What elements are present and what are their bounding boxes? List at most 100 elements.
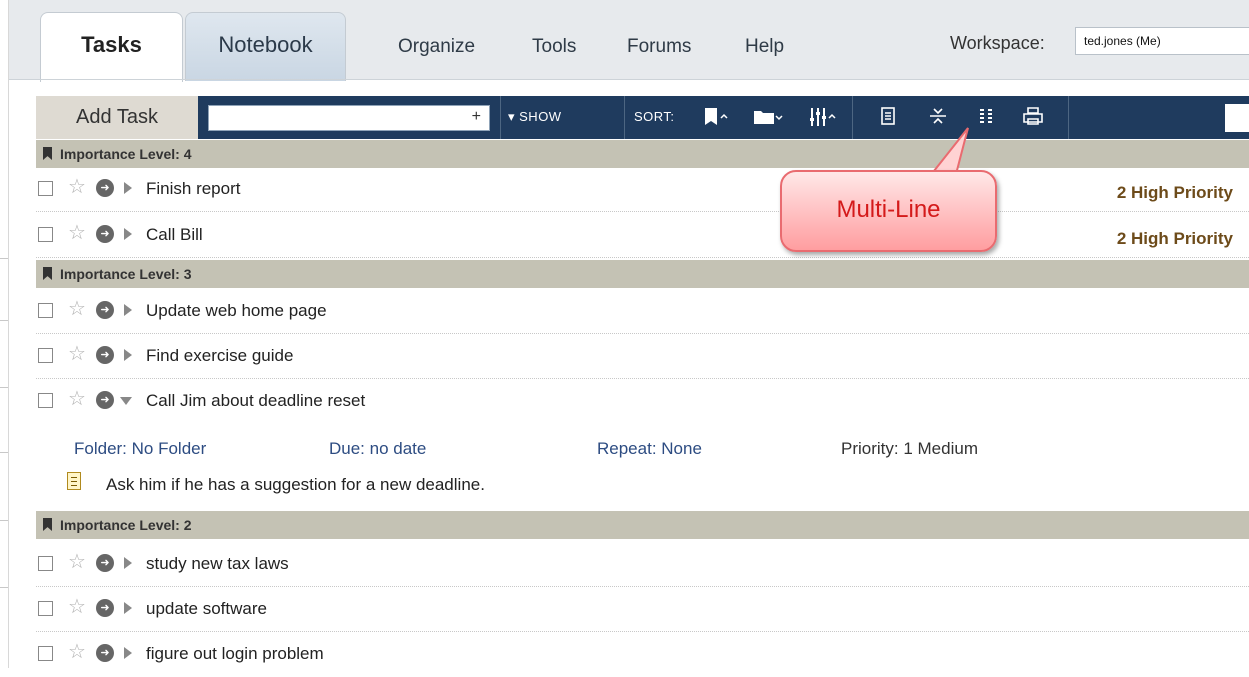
toolbar-divider <box>852 96 853 139</box>
collapse-icon[interactable] <box>928 106 948 131</box>
rail-tick <box>0 258 8 259</box>
multi-line-icon[interactable] <box>978 106 994 131</box>
star-icon[interactable]: ☆ <box>68 642 86 662</box>
detail-repeat[interactable]: Repeat: None <box>597 439 702 459</box>
sort-label: SORT: <box>634 109 675 124</box>
nav-link-help[interactable]: Help <box>745 36 784 58</box>
workspace-value: ted.jones (Me) <box>1084 34 1161 48</box>
star-icon[interactable]: ☆ <box>68 299 86 319</box>
rail-tick <box>0 452 8 453</box>
arrow-circle-icon[interactable]: ➜ <box>96 554 114 572</box>
detail-priority[interactable]: Priority: 1 Medium <box>841 439 978 459</box>
group-title: Importance Level: 2 <box>60 517 192 533</box>
expand-arrow-icon[interactable] <box>124 557 132 569</box>
tab-notebook[interactable]: Notebook <box>185 12 346 81</box>
task-row[interactable]: ☆ ➜ Finish report 2 High Priority <box>36 168 1249 212</box>
nav-link-forums[interactable]: Forums <box>627 36 691 58</box>
expand-arrow-icon[interactable] <box>124 602 132 614</box>
expand-arrow-icon[interactable] <box>124 228 132 240</box>
task-title[interactable]: Finish report <box>146 179 240 199</box>
arrow-circle-icon[interactable]: ➜ <box>96 301 114 319</box>
star-icon[interactable]: ☆ <box>68 597 86 617</box>
bookmark-sort-icon[interactable] <box>703 106 729 133</box>
task-row[interactable]: ☆ ➜ study new tax laws <box>36 543 1249 587</box>
star-icon[interactable]: ☆ <box>68 552 86 572</box>
task-title[interactable]: Call Jim about deadline reset <box>146 391 365 411</box>
arrow-circle-icon[interactable]: ➜ <box>96 179 114 197</box>
workspace-label: Workspace: <box>950 33 1045 53</box>
task-checkbox[interactable] <box>38 348 53 363</box>
detail-folder[interactable]: Folder: No Folder <box>74 439 206 459</box>
task-row[interactable]: ☆ ➜ figure out login problem <box>36 633 1249 677</box>
detail-due[interactable]: Due: no date <box>329 439 426 459</box>
task-detail: Folder: No Folder Due: no date Repeat: N… <box>36 425 1249 509</box>
toolbar-divider <box>1068 96 1069 139</box>
task-title[interactable]: Find exercise guide <box>146 346 293 366</box>
multi-line-callout: Multi-Line <box>780 170 997 252</box>
task-note[interactable]: Ask him if he has a suggestion for a new… <box>106 475 485 495</box>
search-input[interactable] <box>1225 104 1249 132</box>
workspace-select[interactable]: ted.jones (Me) ▾ <box>1075 27 1249 55</box>
nav-divider <box>9 79 1249 80</box>
arrow-circle-icon[interactable]: ➜ <box>96 225 114 243</box>
folder-sort-icon[interactable] <box>753 106 783 133</box>
toolbar-divider <box>624 96 625 139</box>
plus-icon[interactable]: + <box>472 108 481 126</box>
bookmark-icon <box>43 147 52 160</box>
task-checkbox[interactable] <box>38 181 53 196</box>
expand-arrow-icon[interactable] <box>124 349 132 361</box>
task-priority[interactable]: 2 High Priority <box>1117 229 1233 249</box>
task-checkbox[interactable] <box>38 303 53 318</box>
bookmark-icon <box>43 518 52 531</box>
callout-text: Multi-Line <box>836 196 941 223</box>
group-header: Importance Level: 3 <box>36 260 1249 288</box>
star-icon[interactable]: ☆ <box>68 223 86 243</box>
task-priority[interactable]: 2 High Priority <box>1117 183 1233 203</box>
task-checkbox[interactable] <box>38 227 53 242</box>
expand-arrow-icon[interactable] <box>124 647 132 659</box>
group-title: Importance Level: 3 <box>60 266 192 282</box>
task-checkbox[interactable] <box>38 601 53 616</box>
task-title[interactable]: update software <box>146 599 267 619</box>
task-checkbox[interactable] <box>38 556 53 571</box>
bookmark-icon <box>43 267 52 280</box>
star-icon[interactable]: ☆ <box>68 177 86 197</box>
filter-sort-icon[interactable] <box>808 106 838 133</box>
note-icon <box>67 472 81 490</box>
task-title[interactable]: Update web home page <box>146 301 327 321</box>
nav-link-organize[interactable]: Organize <box>398 36 475 58</box>
task-checkbox[interactable] <box>38 393 53 408</box>
arrow-circle-icon[interactable]: ➜ <box>96 599 114 617</box>
rail-tick <box>0 587 8 588</box>
left-rail <box>0 0 9 668</box>
rail-tick <box>0 520 8 521</box>
star-icon[interactable]: ☆ <box>68 389 86 409</box>
show-menu-button[interactable]: ▾ SHOW <box>508 109 562 125</box>
arrow-circle-icon[interactable]: ➜ <box>96 644 114 662</box>
print-icon[interactable] <box>1022 106 1044 131</box>
expand-arrow-icon[interactable] <box>124 182 132 194</box>
expand-arrow-icon[interactable] <box>124 304 132 316</box>
task-row[interactable]: ☆ ➜ Call Bill 2 High Priority <box>36 214 1249 258</box>
task-title[interactable]: Call Bill <box>146 225 203 245</box>
star-icon[interactable]: ☆ <box>68 344 86 364</box>
group-header: Importance Level: 4 <box>36 140 1249 168</box>
arrow-circle-icon[interactable]: ➜ <box>96 346 114 364</box>
task-row[interactable]: ☆ ➜ update software <box>36 588 1249 632</box>
task-row[interactable]: ☆ ➜ Update web home page <box>36 290 1249 334</box>
task-row[interactable]: ☆ ➜ Find exercise guide <box>36 335 1249 379</box>
new-task-input[interactable]: + <box>208 105 490 131</box>
note-icon[interactable] <box>880 106 896 131</box>
add-task-button[interactable]: Add Task <box>36 96 198 139</box>
task-title[interactable]: figure out login problem <box>146 644 324 664</box>
rail-tick <box>0 387 8 388</box>
arrow-circle-icon[interactable]: ➜ <box>96 391 114 409</box>
tab-tasks[interactable]: Tasks <box>40 12 183 82</box>
task-row-expanded[interactable]: ☆ ➜ Call Jim about deadline reset <box>36 380 1249 424</box>
task-checkbox[interactable] <box>38 646 53 661</box>
collapse-arrow-icon[interactable] <box>120 397 132 405</box>
top-navigation: Tasks Notebook Organize Tools Forums Hel… <box>9 0 1249 82</box>
nav-link-tools[interactable]: Tools <box>532 36 576 58</box>
task-toolbar: Add Task + ▾ SHOW SORT: <box>36 96 1249 139</box>
task-title[interactable]: study new tax laws <box>146 554 289 574</box>
